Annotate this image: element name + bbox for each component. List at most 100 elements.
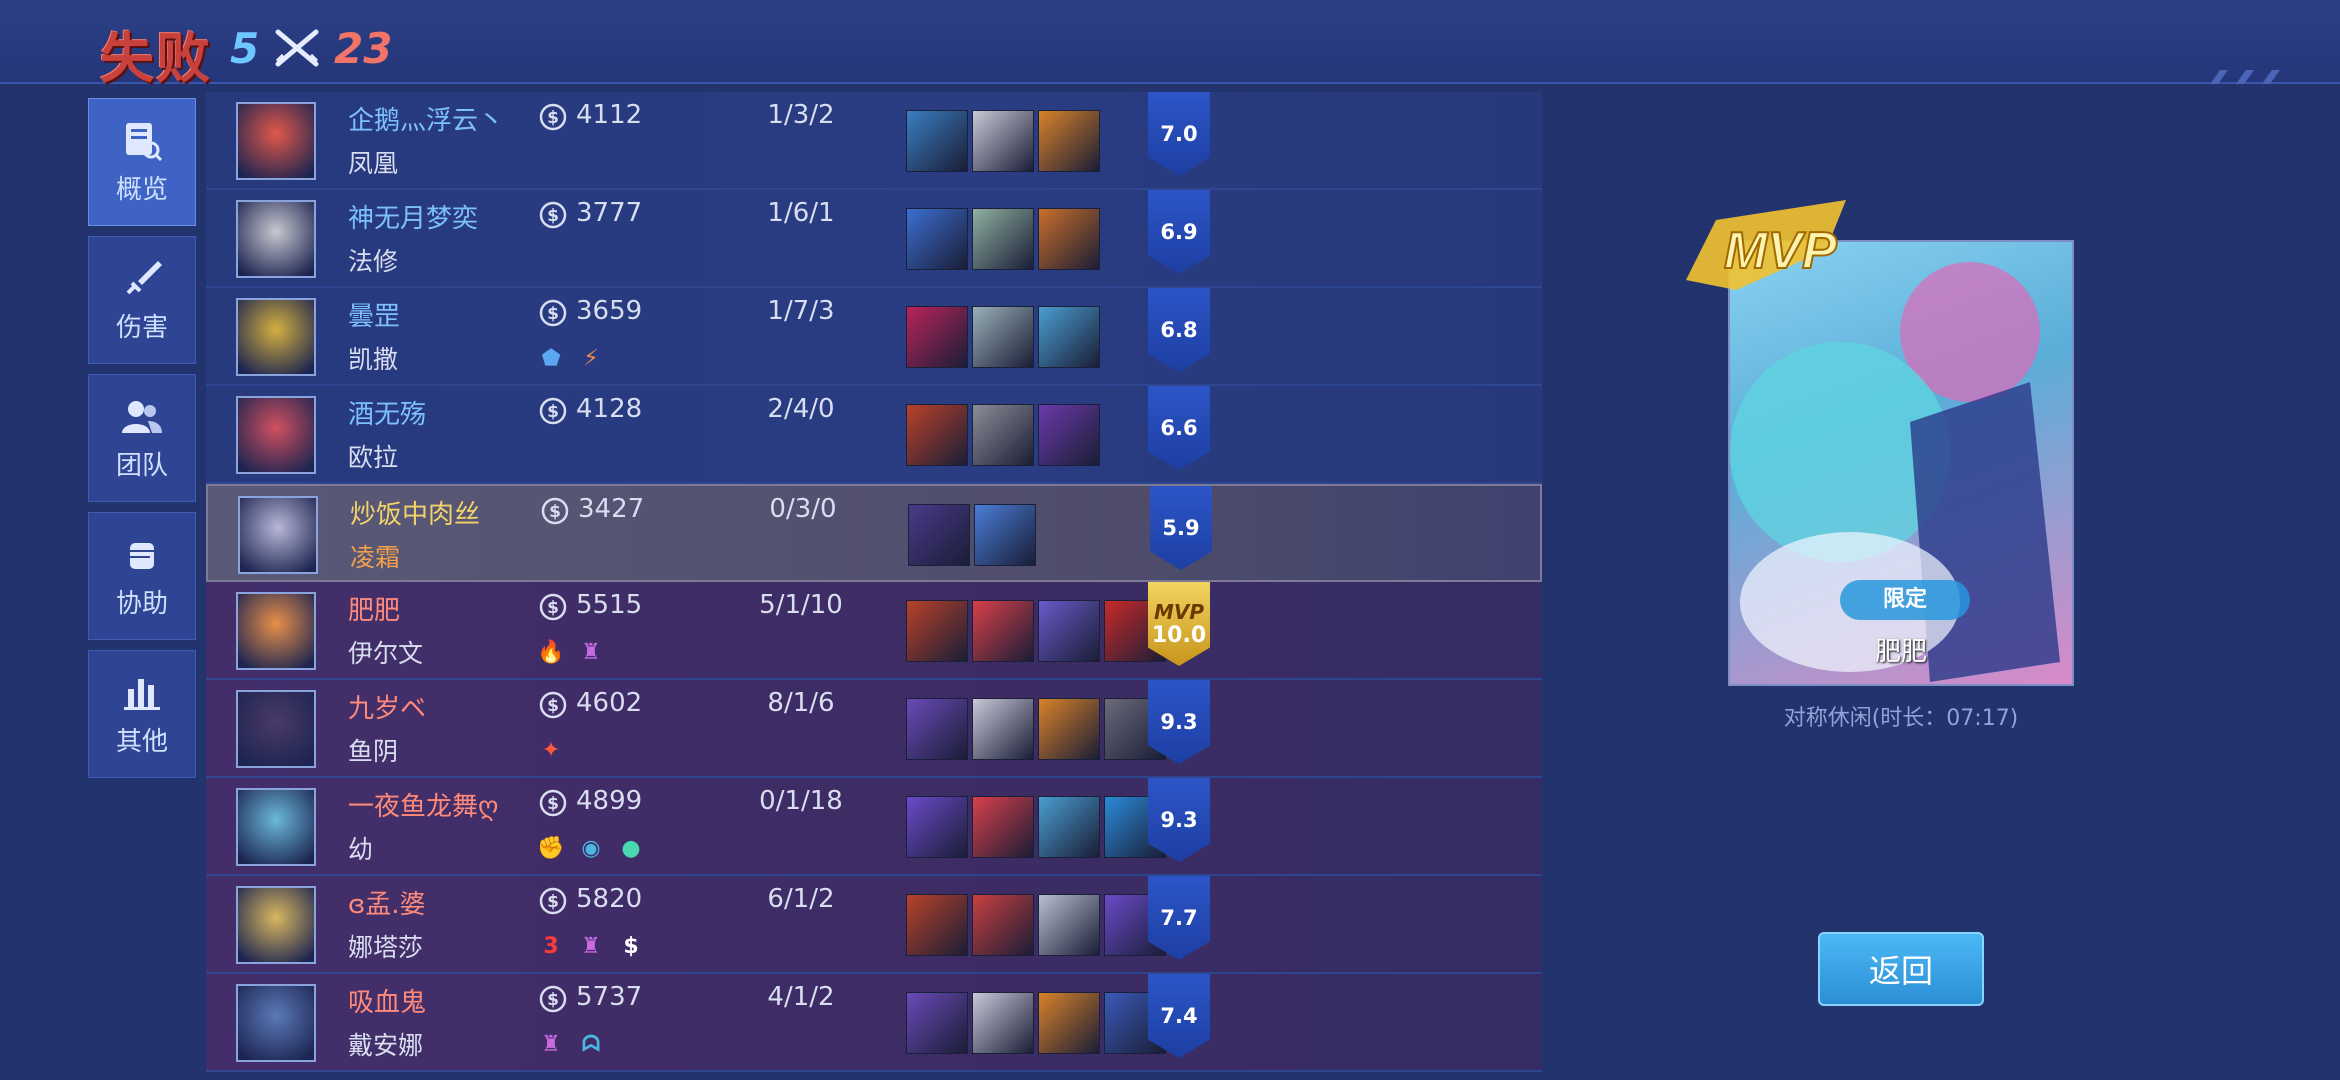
equipment-item-icon[interactable]	[972, 992, 1034, 1054]
badge-icon[interactable]: $	[618, 933, 644, 959]
rating-badge: 7.0	[1148, 92, 1210, 176]
tab-overview[interactable]: 概览	[88, 98, 196, 226]
equipment-item-icon[interactable]	[1038, 894, 1100, 956]
player-row[interactable]: 神无月梦奕 法修 $3777 1/6/1 6.9	[206, 190, 1542, 288]
player-row[interactable]: 九岁ベ 鱼阴 $4602 8/1/6 ✦ 9.3	[206, 680, 1542, 778]
equipment-item-icon[interactable]	[1038, 306, 1100, 368]
player-row[interactable]: 酒无殇 欧拉 $4128 2/4/0 6.6	[206, 386, 1542, 484]
player-name: 曇罡	[348, 302, 401, 332]
equipment-item-icon[interactable]	[972, 600, 1034, 662]
kda-value: 5/1/10	[759, 590, 843, 620]
rating-value: 6.8	[1160, 318, 1198, 342]
equipment-item-icon[interactable]	[972, 796, 1034, 858]
player-row[interactable]: ɞ孟.婆 娜塔莎 $5820 6/1/2 3 ♜ $7.7	[206, 876, 1542, 974]
svg-text:$: $	[547, 598, 559, 618]
hero-avatar[interactable]	[236, 298, 316, 376]
equipment-item-icon[interactable]	[974, 504, 1036, 566]
equipment-item-icon[interactable]	[906, 894, 968, 956]
kda-value: 4/1/2	[767, 982, 835, 1012]
tab-label: 协助	[115, 588, 168, 619]
achievement-badges: 3 ♜ $	[538, 932, 644, 960]
mvp-player-name: 肥肥	[1874, 637, 1927, 667]
badge-icon[interactable]: ⚡	[578, 345, 604, 371]
kda-value: 0/3/0	[769, 494, 837, 524]
equipment-item-icon[interactable]	[906, 600, 968, 662]
achievement-badges: 🔥 ♜	[537, 638, 604, 666]
gold-coin-icon: $	[539, 201, 567, 229]
equipment-item-icon[interactable]	[972, 404, 1034, 466]
badge-icon[interactable]: ◉	[578, 835, 604, 861]
equipment-item-icon[interactable]	[972, 698, 1034, 760]
svg-text:$: $	[549, 502, 561, 522]
player-row[interactable]: 肥肥 伊尔文 $5515 5/1/10 🔥 ♜ MVP 10.0	[206, 582, 1542, 680]
equipment-item-icon[interactable]	[1038, 600, 1100, 662]
tab-other[interactable]: 其他	[88, 650, 196, 778]
overview-icon	[126, 122, 163, 161]
hero-avatar[interactable]	[236, 592, 316, 670]
hero-avatar[interactable]	[236, 788, 316, 866]
equipment-item-icon[interactable]	[906, 110, 968, 172]
svg-text:$: $	[547, 304, 559, 324]
hero-avatar[interactable]	[236, 690, 316, 768]
hero-avatar[interactable]	[238, 496, 318, 574]
badge-icon[interactable]: ᗣ	[578, 1031, 604, 1057]
badge-icon[interactable]: ♜	[578, 933, 604, 959]
equipment-item-icon[interactable]	[972, 894, 1034, 956]
equipment-item-icon[interactable]	[972, 110, 1034, 172]
equipment-list	[906, 698, 1166, 760]
equipment-item-icon[interactable]	[1038, 404, 1100, 466]
equipment-item-icon[interactable]	[908, 504, 970, 566]
equipment-item-icon[interactable]	[906, 208, 968, 270]
gold-value: 3777	[576, 198, 643, 228]
badge-icon[interactable]: ✊	[537, 835, 564, 861]
equipment-item-icon[interactable]	[906, 306, 968, 368]
kda-value: 8/1/6	[767, 688, 835, 718]
equipment-item-icon[interactable]	[906, 796, 968, 858]
badge-icon[interactable]: ⬟	[538, 345, 564, 371]
gold-coin-icon: $	[539, 397, 567, 425]
player-row[interactable]: 曇罡 凯撒 $3659 1/7/3 ⬟ ⚡ 6.8	[206, 288, 1542, 386]
rating-value: 9.3	[1160, 710, 1198, 734]
equipment-item-icon[interactable]	[1038, 698, 1100, 760]
svg-text:$: $	[547, 794, 559, 814]
achievement-badges: ♜ ᗣ	[538, 1030, 604, 1058]
equipment-item-icon[interactable]	[1038, 110, 1100, 172]
player-row[interactable]: 炒饭中肉丝 凌霜 $3427 0/3/0 5.9	[206, 484, 1542, 582]
kda-value: 1/7/3	[767, 296, 835, 326]
back-button[interactable]: 返回	[1818, 932, 1984, 1006]
badge-icon[interactable]: ●	[618, 835, 644, 861]
equipment-item-icon[interactable]	[906, 992, 968, 1054]
equipment-item-icon[interactable]	[1038, 992, 1100, 1054]
badge-icon[interactable]: ✦	[538, 737, 564, 763]
equipment-item-icon[interactable]	[1038, 208, 1100, 270]
hero-avatar[interactable]	[236, 396, 316, 474]
kda-value: 2/4/0	[767, 394, 835, 424]
gold-coin-icon: $	[539, 103, 567, 131]
equipment-item-icon[interactable]	[906, 404, 968, 466]
tab-damage[interactable]: 伤害	[88, 236, 196, 364]
hero-name: 伊尔文	[348, 639, 424, 668]
badge-icon[interactable]: ♜	[538, 1031, 564, 1057]
gold-value: 5820	[576, 884, 643, 914]
hero-avatar[interactable]	[236, 200, 316, 278]
tab-assist[interactable]: 协助	[88, 512, 196, 640]
player-row[interactable]: 吸血鬼 戴安娜 $5737 4/1/2 ♜ ᗣ 7.4	[206, 974, 1542, 1072]
hero-avatar[interactable]	[236, 102, 316, 180]
player-row[interactable]: 一夜鱼龙舞ღ 幼 $4899 0/1/18 ✊ ◉ ● 9.3	[206, 778, 1542, 876]
bar-chart-icon	[124, 678, 160, 710]
player-name: 肥肥	[348, 596, 401, 626]
tab-team[interactable]: 团队	[88, 374, 196, 502]
equipment-item-icon[interactable]	[972, 208, 1034, 270]
gold-coin-icon: $	[539, 299, 567, 327]
mvp-logo-icon: MVP	[1686, 200, 1846, 290]
equipment-item-icon[interactable]	[972, 306, 1034, 368]
badge-icon[interactable]: 3	[538, 933, 564, 959]
ally-score: 5	[230, 24, 260, 73]
hero-avatar[interactable]	[236, 886, 316, 964]
hero-avatar[interactable]	[236, 984, 316, 1062]
badge-icon[interactable]: 🔥	[537, 639, 564, 665]
badge-icon[interactable]: ♜	[578, 639, 604, 665]
player-row[interactable]: 企鹅灬浮云丶 凤凰 $4112 1/3/2 7.0	[206, 92, 1542, 190]
equipment-item-icon[interactable]	[906, 698, 968, 760]
equipment-item-icon[interactable]	[1038, 796, 1100, 858]
